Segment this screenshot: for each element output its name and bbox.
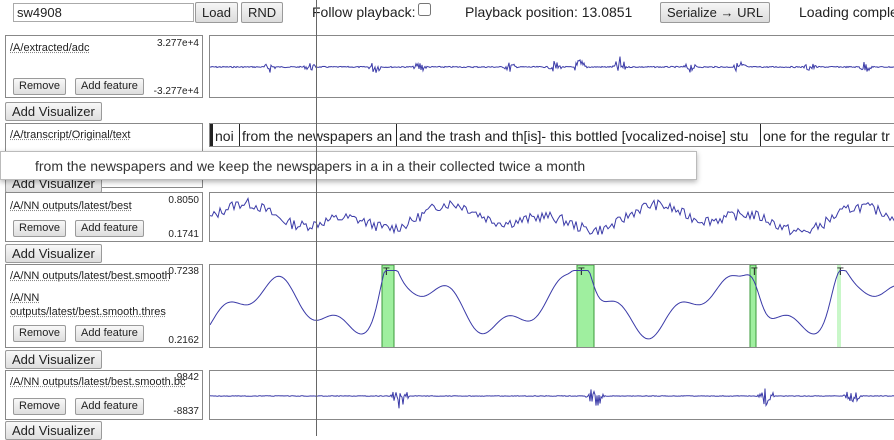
remove-button[interactable]: Remove	[13, 220, 66, 237]
smooth-plot: T T T T	[210, 265, 894, 347]
y-max-label: 0.8050	[168, 195, 199, 206]
feature-panel-smooth: /A/NN outputs/latest/best.smooth 0.7238 …	[5, 264, 203, 348]
rnd-button[interactable]: RND	[241, 2, 284, 23]
add-feature-button[interactable]: Add feature	[75, 325, 144, 342]
playback-cursor[interactable]	[316, 0, 317, 436]
nn-output-plot	[210, 197, 894, 236]
y-min-label: -8837	[173, 406, 199, 417]
adc-waveform	[210, 56, 894, 73]
threshold-marker: T	[578, 266, 585, 278]
feature-title-2[interactable]: /A/NN outputs/latest/best.smooth.thres	[10, 291, 182, 319]
y-max-label: 3.277e+4	[157, 38, 199, 49]
add-feature-button[interactable]: Add feature	[75, 78, 144, 95]
y-min-label: 0.1741	[168, 229, 199, 240]
add-visualizer-button[interactable]: Add Visualizer	[5, 244, 102, 263]
add-visualizer-button[interactable]: Add Visualizer	[5, 102, 102, 121]
y-max-label: 0.7238	[168, 266, 199, 277]
feature-panel-best: /A/NN outputs/latest/best 0.8050 0.1741 …	[5, 192, 203, 242]
follow-playback-checkbox[interactable]	[418, 3, 431, 16]
feature-panel-bc: /A/NN outputs/latest/best.smooth.bc 9842…	[5, 370, 203, 420]
transcript-segment[interactable]: one for the regular tr	[760, 124, 894, 146]
loading-status: Loading comple	[799, 4, 894, 20]
feature-title[interactable]: /A/transcript/Original/text	[10, 129, 130, 141]
threshold-marker: T	[751, 266, 758, 278]
bc-waveform	[210, 388, 894, 409]
bc-line	[210, 388, 894, 409]
smooth-visualizer[interactable]: T T T T	[209, 264, 894, 348]
transcript-segment[interactable]: noi	[210, 124, 237, 146]
bc-visualizer[interactable]	[209, 370, 894, 420]
waveform-line	[210, 56, 894, 73]
transcript-visualizer[interactable]: noi from the newspapers an and the trash…	[209, 123, 894, 147]
add-feature-button[interactable]: Add feature	[75, 398, 144, 415]
threshold-highlights: T T T T	[381, 265, 844, 347]
feature-panel-adc: /A/extracted/adc 3.277e+4 -3.277e+4 Remo…	[5, 35, 203, 98]
threshold-marker: T	[837, 266, 844, 278]
waveform-visualizer[interactable]	[209, 35, 894, 98]
nn-output-visualizer[interactable]	[209, 192, 894, 242]
add-visualizer-button[interactable]: Add Visualizer	[5, 350, 102, 369]
add-visualizer-button[interactable]: Add Visualizer	[5, 421, 102, 440]
smooth-line	[210, 270, 894, 340]
y-min-label: 0.2162	[168, 335, 199, 346]
feature-title[interactable]: /A/NN outputs/latest/best	[10, 200, 132, 212]
playback-position: Playback position: 13.0851	[465, 4, 633, 20]
load-button[interactable]: Load	[195, 2, 238, 23]
feature-title[interactable]: /A/NN outputs/latest/best.smooth	[10, 270, 171, 282]
y-max-label: 9842	[176, 372, 199, 383]
serialize-button[interactable]: Serialize → URL	[660, 2, 771, 23]
remove-button[interactable]: Remove	[13, 398, 66, 415]
follow-playback-label: Follow playback:	[312, 4, 416, 20]
feature-title[interactable]: /A/extracted/adc	[10, 42, 90, 54]
remove-button[interactable]: Remove	[13, 325, 66, 342]
remove-button[interactable]: Remove	[13, 78, 66, 95]
transcript-tooltip: from the newspapers and we keep the news…	[0, 151, 697, 180]
feature-title[interactable]: /A/NN outputs/latest/best.smooth.bc	[10, 376, 185, 388]
add-feature-button[interactable]: Add feature	[75, 220, 144, 237]
transcript-segment[interactable]: from the newspapers an	[239, 124, 397, 146]
nn-output-line	[210, 197, 894, 236]
conversation-input[interactable]	[13, 3, 194, 22]
y-min-label: -3.277e+4	[153, 86, 199, 97]
transcript-segment[interactable]: and the trash and th[is]- this bottled […	[396, 124, 760, 146]
